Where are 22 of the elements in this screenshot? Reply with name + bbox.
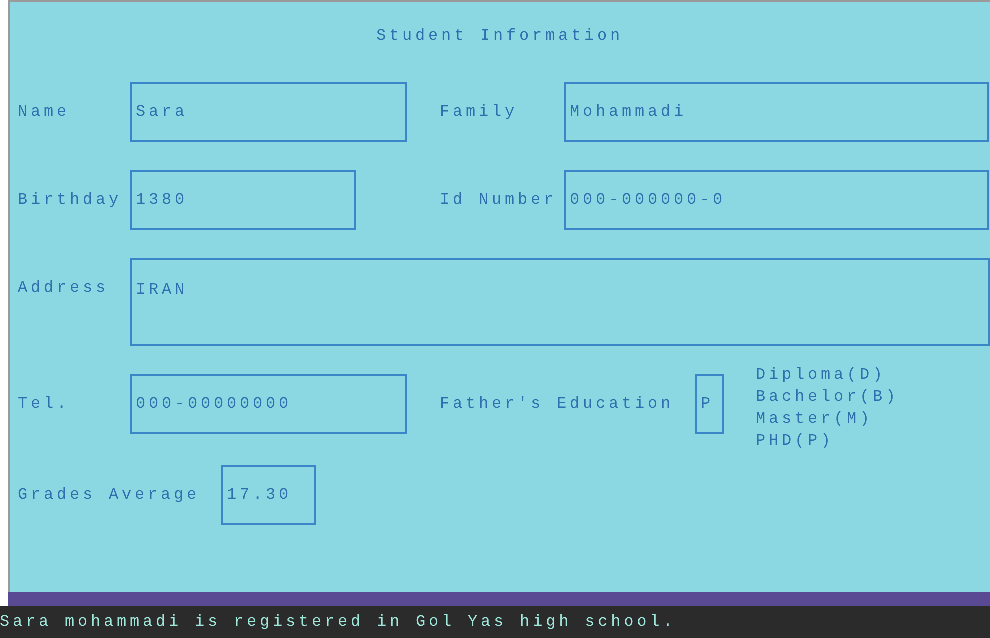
field-label: Family — [440, 102, 518, 123]
field-label: Name — [18, 102, 70, 123]
field-label: Address — [18, 278, 110, 299]
option-text: PHD(P) — [756, 431, 836, 452]
input-field[interactable]: P — [695, 374, 724, 434]
option-text: Diploma(D) — [756, 365, 888, 386]
input-field[interactable]: Mohammadi — [564, 82, 989, 142]
field-label: Father's Education — [440, 394, 674, 415]
field-label: Birthday — [18, 190, 122, 211]
input-field[interactable]: 000-000000-0 — [564, 170, 989, 230]
input-field[interactable]: IRAN — [130, 258, 990, 346]
field-label: Grades Average — [18, 485, 200, 506]
console-message: Sara mohammadi is registered in Gol Yas high school. — [0, 612, 676, 633]
input-field[interactable]: 000-00000000 — [130, 374, 407, 434]
input-field[interactable]: 1380 — [130, 170, 356, 230]
field-label: Tel. — [18, 394, 70, 415]
field-label: Id Number — [440, 190, 558, 211]
option-text: Master(M) — [756, 409, 874, 430]
option-text: Bachelor(B) — [756, 387, 900, 408]
input-field[interactable]: 17.30 — [221, 465, 316, 525]
input-field[interactable]: Sara — [130, 82, 407, 142]
form-title: Student Information — [376, 26, 624, 47]
